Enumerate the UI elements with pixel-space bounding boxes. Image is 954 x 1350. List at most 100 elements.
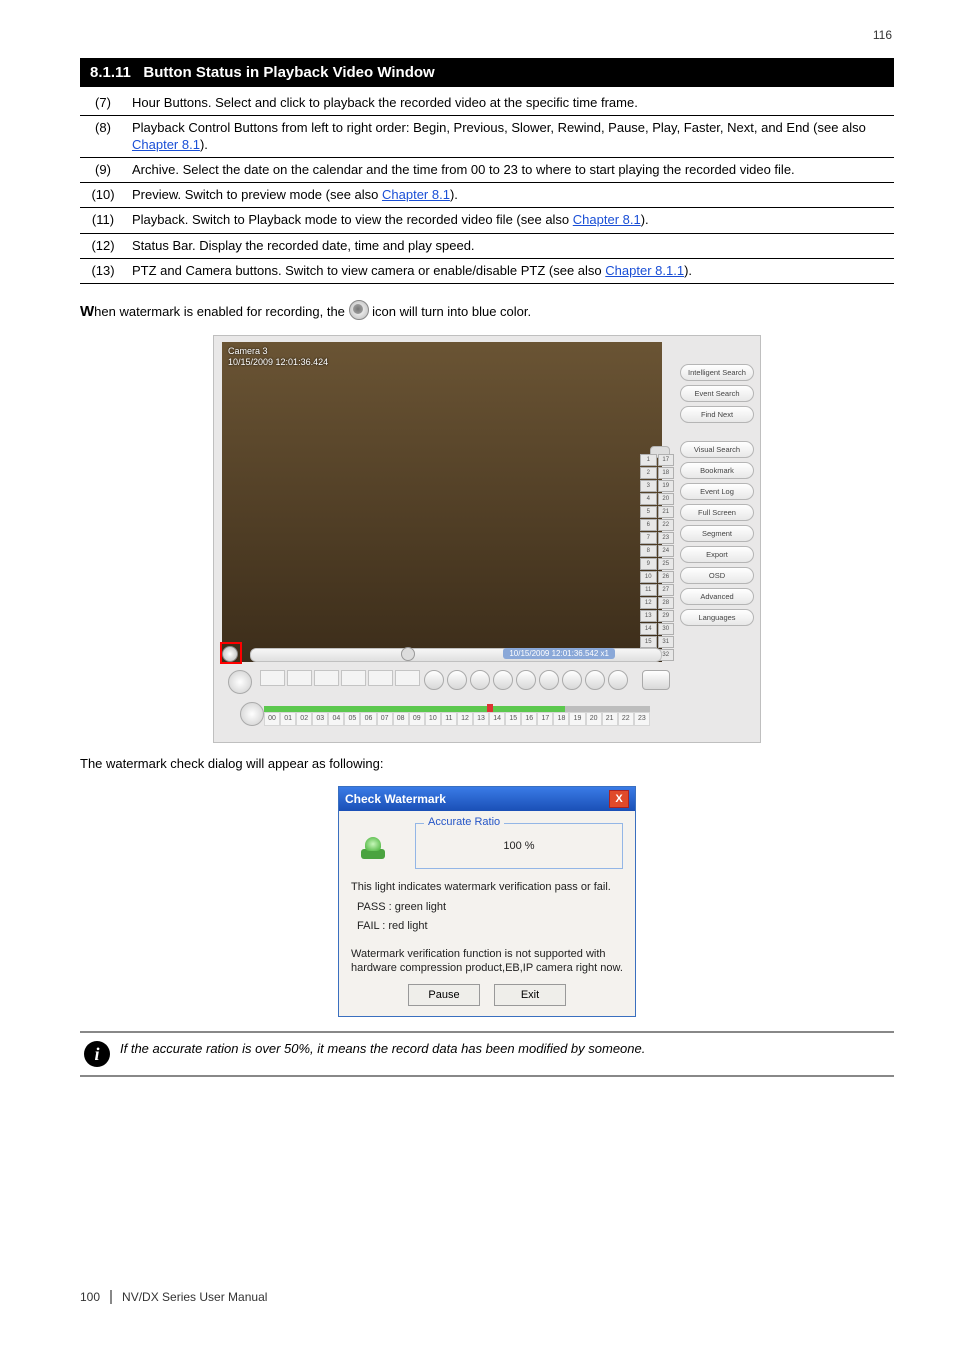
hour-button[interactable]: 08: [393, 712, 409, 726]
playback-slider[interactable]: 10/15/2009 12:01:36.542 x1: [250, 648, 662, 662]
camera-button[interactable]: 18: [658, 467, 675, 479]
hour-button[interactable]: 21: [602, 712, 618, 726]
camera-button[interactable]: 15: [640, 636, 657, 648]
hour-button[interactable]: 20: [586, 712, 602, 726]
advanced-button[interactable]: Advanced: [680, 588, 754, 605]
hour-button[interactable]: 06: [360, 712, 376, 726]
find-next-button[interactable]: Find Next: [680, 406, 754, 423]
begin-button[interactable]: [424, 670, 444, 690]
hour-button[interactable]: 02: [296, 712, 312, 726]
chapter-link[interactable]: Chapter 8.1.1: [605, 263, 684, 278]
camera-button[interactable]: 28: [658, 597, 675, 609]
camera-button[interactable]: 12: [640, 597, 657, 609]
camera-button[interactable]: 20: [658, 493, 675, 505]
camera-button[interactable]: 3: [640, 480, 657, 492]
hour-button[interactable]: 10: [425, 712, 441, 726]
hour-button[interactable]: 18: [553, 712, 569, 726]
camera-button[interactable]: 25: [658, 558, 675, 570]
intelligent-search-button[interactable]: Intelligent Search: [680, 364, 754, 381]
pause-button[interactable]: [516, 670, 536, 690]
visual-search-button[interactable]: Visual Search: [680, 441, 754, 458]
hour-button[interactable]: 17: [537, 712, 553, 726]
hour-button[interactable]: 14: [489, 712, 505, 726]
camera-button[interactable]: 29: [658, 610, 675, 622]
osd-button[interactable]: OSD: [680, 567, 754, 584]
camera-button[interactable]: 5: [640, 506, 657, 518]
camera-button[interactable]: 30: [658, 623, 675, 635]
hour-button[interactable]: 23: [634, 712, 650, 726]
hour-button[interactable]: 22: [618, 712, 634, 726]
chapter-link[interactable]: Chapter 8.1: [573, 212, 641, 227]
camera-button[interactable]: 24: [658, 545, 675, 557]
dialog-titlebar[interactable]: Check Watermark X: [339, 787, 635, 811]
camera-button[interactable]: 11: [640, 584, 657, 596]
camera-button[interactable]: 13: [640, 610, 657, 622]
bookmark-button[interactable]: Bookmark: [680, 462, 754, 479]
slower-button[interactable]: [470, 670, 490, 690]
layout-4-button[interactable]: [287, 670, 312, 686]
hour-button[interactable]: 09: [409, 712, 425, 726]
camera-button[interactable]: 6: [640, 519, 657, 531]
layout-9-button[interactable]: [314, 670, 339, 686]
previous-button[interactable]: [447, 670, 467, 690]
slider-knob[interactable]: [401, 647, 415, 661]
section-header: 8.1.11 Button Status in Playback Video W…: [80, 58, 894, 87]
hour-buttons: 0001020304050607080910111213141516171819…: [264, 712, 650, 726]
layout-16-button[interactable]: [341, 670, 366, 686]
hour-button[interactable]: 00: [264, 712, 280, 726]
power-button[interactable]: [228, 670, 252, 694]
end-button[interactable]: [608, 670, 628, 690]
hour-button[interactable]: 03: [312, 712, 328, 726]
hour-button[interactable]: 04: [328, 712, 344, 726]
chapter-link[interactable]: Chapter 8.1: [382, 187, 450, 202]
camera-button[interactable]: 22: [658, 519, 675, 531]
camera-button[interactable]: 8: [640, 545, 657, 557]
camera-button[interactable]: 9: [640, 558, 657, 570]
hour-button[interactable]: 19: [569, 712, 585, 726]
table-row: (11) Playback. Switch to Playback mode t…: [80, 208, 894, 233]
camera-button[interactable]: 21: [658, 506, 675, 518]
camera-button[interactable]: 1: [640, 454, 657, 466]
hour-button[interactable]: 16: [521, 712, 537, 726]
table-row: (13) PTZ and Camera buttons. Switch to v…: [80, 258, 894, 283]
layout-36-button[interactable]: [395, 670, 420, 686]
dialog-pass-line: PASS : green light: [357, 901, 623, 915]
hour-button[interactable]: 15: [505, 712, 521, 726]
layout-1-button[interactable]: [260, 670, 285, 686]
camera-button[interactable]: 10: [640, 571, 657, 583]
camera-button[interactable]: 19: [658, 480, 675, 492]
camera-button[interactable]: 17: [658, 454, 675, 466]
hour-button[interactable]: 07: [377, 712, 393, 726]
languages-button[interactable]: Languages: [680, 609, 754, 626]
play-button[interactable]: [539, 670, 559, 690]
segment-button[interactable]: Segment: [680, 525, 754, 542]
chapter-link[interactable]: Chapter 8.1: [132, 137, 200, 152]
settings-button[interactable]: [240, 702, 264, 726]
camera-button[interactable]: 14: [640, 623, 657, 635]
next-button[interactable]: [585, 670, 605, 690]
camera-button[interactable]: 4: [640, 493, 657, 505]
camera-button[interactable]: 2: [640, 467, 657, 479]
camera-button[interactable]: 23: [658, 532, 675, 544]
hour-button[interactable]: 12: [457, 712, 473, 726]
archive-button[interactable]: [642, 670, 670, 690]
hour-button[interactable]: 01: [280, 712, 296, 726]
camera-button[interactable]: 7: [640, 532, 657, 544]
faster-button[interactable]: [562, 670, 582, 690]
hour-button[interactable]: 11: [441, 712, 457, 726]
close-icon[interactable]: X: [609, 790, 629, 808]
hour-button[interactable]: 05: [344, 712, 360, 726]
camera-button[interactable]: 27: [658, 584, 675, 596]
exit-button[interactable]: Exit: [494, 984, 566, 1006]
layout-25-button[interactable]: [368, 670, 393, 686]
export-button[interactable]: Export: [680, 546, 754, 563]
table-row: (10) Preview. Switch to preview mode (se…: [80, 183, 894, 208]
camera-button[interactable]: 26: [658, 571, 675, 583]
full-screen-button[interactable]: Full Screen: [680, 504, 754, 521]
event-search-button[interactable]: Event Search: [680, 385, 754, 402]
rewind-button[interactable]: [493, 670, 513, 690]
hour-button[interactable]: 13: [473, 712, 489, 726]
pause-button[interactable]: Pause: [408, 984, 480, 1006]
event-log-button[interactable]: Event Log: [680, 483, 754, 500]
camera-button[interactable]: 31: [658, 636, 675, 648]
